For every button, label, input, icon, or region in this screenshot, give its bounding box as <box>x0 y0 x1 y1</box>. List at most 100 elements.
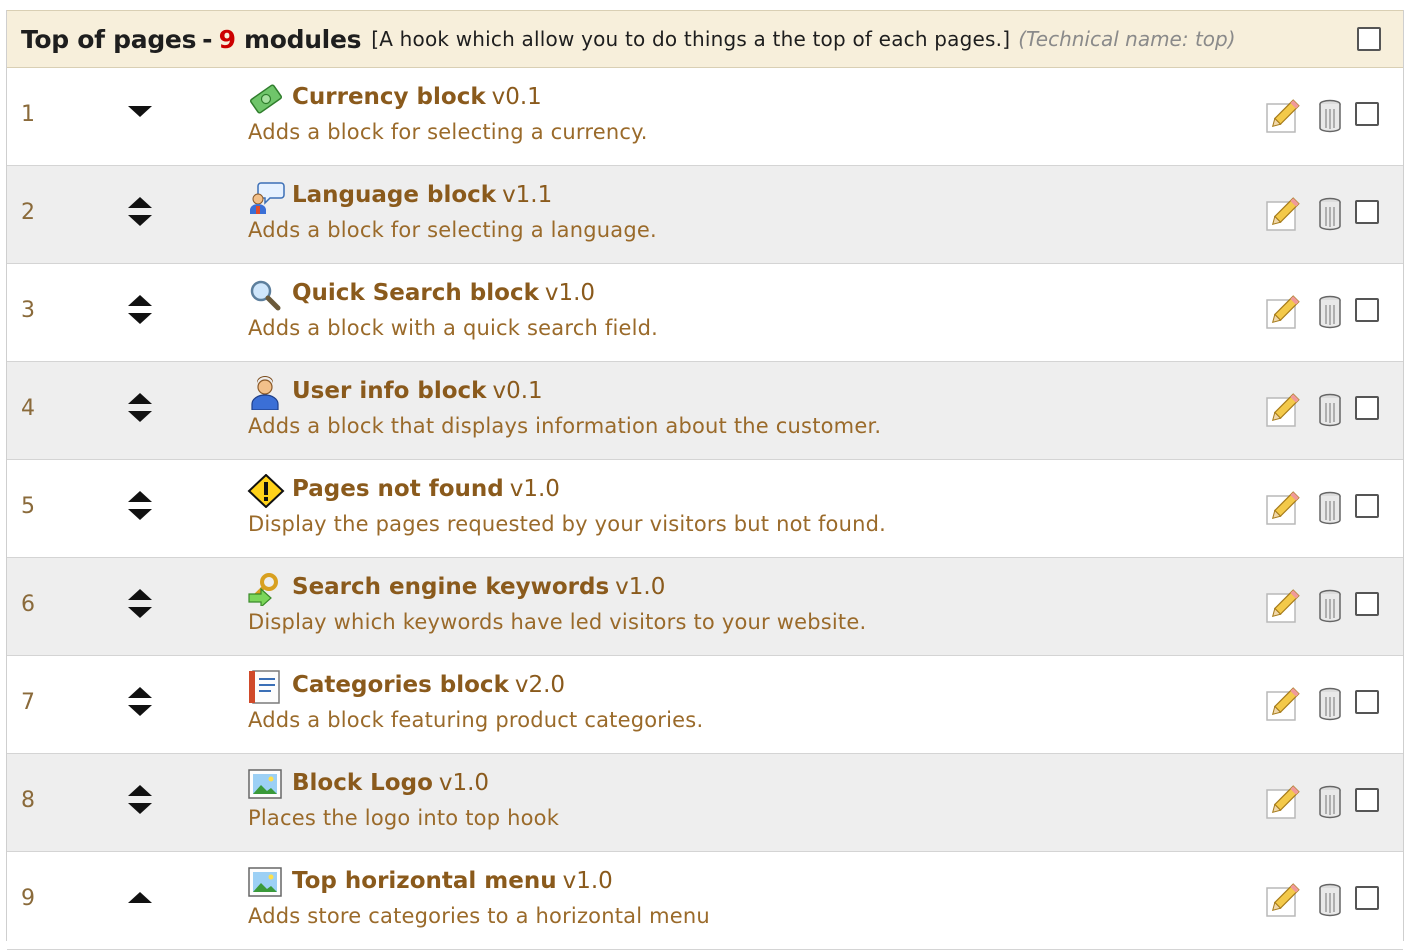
module-version: v2.0 <box>514 672 566 698</box>
module-checkbox[interactable] <box>1355 886 1379 910</box>
move-up-icon[interactable] <box>128 295 152 306</box>
trash-icon[interactable] <box>1317 196 1343 232</box>
trash-icon[interactable] <box>1317 392 1343 428</box>
move-up-icon[interactable] <box>128 892 152 903</box>
module-checkbox[interactable] <box>1355 494 1379 518</box>
module-description: Adds store categories to a horizontal me… <box>248 904 710 928</box>
module-checkbox[interactable] <box>1355 298 1379 322</box>
edit-icon[interactable] <box>1265 882 1301 918</box>
module-position: 3 <box>21 298 35 323</box>
module-version: v0.1 <box>491 84 542 110</box>
module-list: 1 Currency block v0.1 Adds a block for sele… <box>7 68 1403 950</box>
edit-icon[interactable] <box>1265 196 1301 232</box>
hook-title-separator: - <box>202 24 213 54</box>
select-all-checkbox[interactable] <box>1357 27 1381 51</box>
module-checkbox[interactable] <box>1355 396 1379 420</box>
reorder-arrows[interactable] <box>127 388 153 428</box>
reorder-arrows[interactable] <box>127 192 153 232</box>
module-name: User info block v0.1 <box>292 378 543 404</box>
module-position: 1 <box>21 102 35 127</box>
module-position: 6 <box>21 592 35 617</box>
trash-icon[interactable] <box>1317 784 1343 820</box>
hook-panel: Top of pages - 9 modules [A hook which a… <box>6 10 1404 950</box>
edit-icon[interactable] <box>1265 588 1301 624</box>
trash-icon[interactable] <box>1317 588 1343 624</box>
reorder-arrows[interactable] <box>127 682 153 722</box>
module-description: Adds a block for selecting a currency. <box>248 120 648 144</box>
module-position: 2 <box>21 200 35 225</box>
reorder-arrows[interactable] <box>127 780 153 820</box>
move-down-icon[interactable] <box>128 705 152 716</box>
module-description: Display the pages requested by your visi… <box>248 512 887 536</box>
module-description: Display which keywords have led visitors… <box>248 610 867 634</box>
move-down-icon[interactable] <box>128 215 152 226</box>
language-icon <box>247 180 285 214</box>
trash-icon[interactable] <box>1317 294 1343 330</box>
reorder-arrows[interactable] <box>127 94 153 134</box>
hook-title: Top of pages <box>21 24 197 54</box>
move-up-icon[interactable] <box>128 785 152 796</box>
module-checkbox[interactable] <box>1355 200 1379 224</box>
edit-icon[interactable] <box>1265 294 1301 330</box>
move-up-icon[interactable] <box>128 491 152 502</box>
reorder-arrows[interactable] <box>127 486 153 526</box>
module-checkbox[interactable] <box>1355 690 1379 714</box>
edit-icon[interactable] <box>1265 98 1301 134</box>
module-position: 9 <box>21 886 35 911</box>
module-name: Quick Search block v1.0 <box>292 280 595 306</box>
picture-icon <box>247 866 285 900</box>
move-down-icon[interactable] <box>128 106 152 117</box>
reorder-arrows[interactable] <box>127 290 153 330</box>
module-version: v1.0 <box>615 574 666 600</box>
reorder-arrows[interactable] <box>127 878 153 918</box>
module-row: 3 Quick Search block v1.0 Adds a block with… <box>7 264 1403 362</box>
move-down-icon[interactable] <box>128 509 152 520</box>
module-version: v1.0 <box>509 476 560 502</box>
move-up-icon[interactable] <box>128 393 152 404</box>
move-down-icon[interactable] <box>128 411 152 422</box>
module-version: v1.0 <box>562 868 613 894</box>
module-checkbox[interactable] <box>1355 788 1379 812</box>
edit-icon[interactable] <box>1265 784 1301 820</box>
edit-icon[interactable] <box>1265 392 1301 428</box>
module-row: 5 Pages not found v1.0 Display the pages re… <box>7 460 1403 558</box>
edit-icon[interactable] <box>1265 686 1301 722</box>
module-description: Adds a block with a quick search field. <box>248 316 659 340</box>
move-down-icon[interactable] <box>128 803 152 814</box>
module-name: Pages not found v1.0 <box>292 476 560 502</box>
module-row: 1 Currency block v0.1 Adds a block for sele… <box>7 68 1403 166</box>
trash-icon[interactable] <box>1317 686 1343 722</box>
move-up-icon[interactable] <box>128 197 152 208</box>
module-row: 2 Language block v1.1 Adds a block for sele… <box>7 166 1403 264</box>
module-name: Block Logo v1.0 <box>292 770 489 796</box>
module-position: 8 <box>21 788 35 813</box>
edit-icon[interactable] <box>1265 490 1301 526</box>
trash-icon[interactable] <box>1317 882 1343 918</box>
module-name: Search engine keywords v1.0 <box>292 574 665 600</box>
reorder-arrows[interactable] <box>127 584 153 624</box>
module-name: Language block v1.1 <box>292 182 552 208</box>
module-title: Search engine keywords <box>292 574 610 600</box>
module-title: Language block <box>292 182 497 208</box>
module-checkbox[interactable] <box>1355 592 1379 616</box>
hook-description: [A hook which allow you to do things a t… <box>371 27 1011 51</box>
module-description: Places the logo into top hook <box>248 806 560 830</box>
move-down-icon[interactable] <box>128 313 152 324</box>
module-description: Adds a block featuring product categorie… <box>248 708 704 732</box>
user-icon <box>247 376 285 411</box>
module-row: 4 User info block v0.1 Adds a block that di… <box>7 362 1403 460</box>
module-version: v1.1 <box>502 182 553 208</box>
notebook-icon <box>247 670 285 704</box>
module-checkbox[interactable] <box>1355 102 1379 126</box>
move-down-icon[interactable] <box>128 607 152 618</box>
module-title: User info block <box>292 378 487 404</box>
module-title: Currency block <box>292 84 486 110</box>
module-name: Top horizontal menu v1.0 <box>292 868 613 894</box>
hook-header: Top of pages - 9 modules [A hook which a… <box>7 10 1403 68</box>
move-up-icon[interactable] <box>128 589 152 600</box>
currency-icon <box>247 82 285 116</box>
move-up-icon[interactable] <box>128 687 152 698</box>
trash-icon[interactable] <box>1317 490 1343 526</box>
trash-icon[interactable] <box>1317 98 1343 134</box>
module-title: Categories block <box>292 672 509 698</box>
